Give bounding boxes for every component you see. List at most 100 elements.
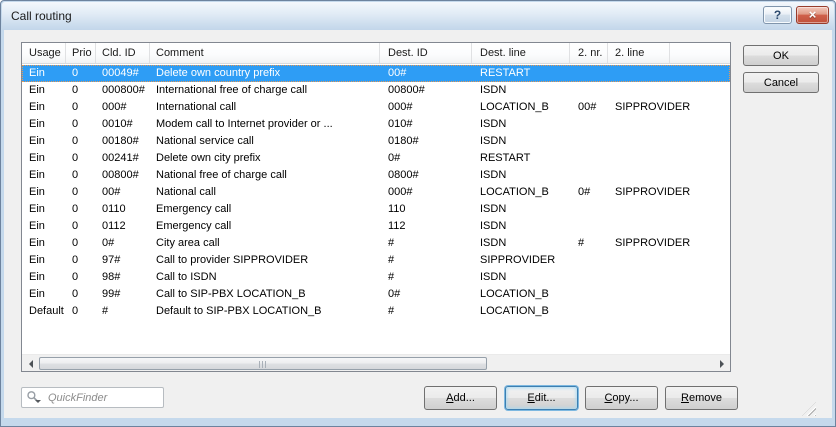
close-button[interactable]: × (796, 6, 829, 24)
table-cell (608, 252, 730, 269)
table-cell: ISDN (472, 82, 570, 99)
table-cell: RESTART (472, 65, 570, 82)
column-header-usage[interactable]: Usage (22, 43, 66, 63)
column-header-comment[interactable]: Comment (150, 43, 380, 63)
scroll-left-button[interactable] (22, 355, 39, 372)
column-header-cld-id[interactable]: Cld. ID (96, 43, 150, 63)
table-cell: National free of charge call (150, 167, 380, 184)
table-cell: International free of charge call (150, 82, 380, 99)
table-cell: 97# (96, 252, 150, 269)
table-row[interactable]: Ein0000#International call000#LOCATION_B… (22, 99, 730, 116)
table-row[interactable]: Ein00010#Modem call to Internet provider… (22, 116, 730, 133)
table-cell: 0 (66, 235, 96, 252)
search-dropdown-icon[interactable] (35, 400, 41, 406)
h-scrollbar[interactable] (22, 354, 730, 371)
table-cell: 0 (66, 252, 96, 269)
table-cell (570, 82, 608, 99)
table-cell: 000# (380, 99, 472, 116)
table-cell: Delete own city prefix (150, 150, 380, 167)
table-cell: 0 (66, 286, 96, 303)
column-header-dest-line[interactable]: Dest. line (472, 43, 570, 63)
table-cell: SIPPROVIDER (608, 99, 730, 116)
table-cell: Ein (22, 269, 66, 286)
remove-button[interactable]: Remove (665, 386, 738, 410)
table-row[interactable]: Ein000049#Delete own country prefix00#RE… (22, 65, 730, 82)
table-cell: 000# (96, 99, 150, 116)
table-cell: 0# (380, 286, 472, 303)
h-scrollbar-thumb[interactable] (39, 357, 487, 370)
table-cell (608, 269, 730, 286)
table-row[interactable]: Ein0000800#International free of charge … (22, 82, 730, 99)
table-cell: Ein (22, 116, 66, 133)
scrollbar-grip-icon (259, 361, 268, 368)
table-cell: 0180# (380, 133, 472, 150)
resize-grip[interactable] (802, 402, 816, 416)
table-cell: National service call (150, 133, 380, 150)
edit-button[interactable]: Edit... (505, 386, 578, 410)
help-icon: ? (774, 8, 781, 22)
routing-table[interactable]: UsagePrioCld. IDCommentDest. IDDest. lin… (21, 42, 731, 372)
column-header-prio[interactable]: Prio (66, 43, 96, 63)
table-cell: SIPPROVIDER (472, 252, 570, 269)
table-cell: Default (22, 303, 66, 320)
table-cell: SIPPROVIDER (608, 235, 730, 252)
table-row[interactable]: Ein000800#National free of charge call08… (22, 167, 730, 184)
table-cell: 0# (96, 235, 150, 252)
column-header-2-line[interactable]: 2. line (608, 43, 670, 63)
table-cell: 0 (66, 150, 96, 167)
copy-button[interactable]: Copy... (585, 386, 658, 410)
table-row[interactable]: Ein099#Call to SIP-PBX LOCATION_B0#LOCAT… (22, 286, 730, 303)
table-cell: ISDN (472, 116, 570, 133)
scroll-right-button[interactable] (713, 355, 730, 372)
table-row[interactable]: Ein097#Call to provider SIPPROVIDER#SIPP… (22, 252, 730, 269)
table-cell: Call to provider SIPPROVIDER (150, 252, 380, 269)
table-cell: # (96, 303, 150, 320)
quickfinder-input[interactable] (21, 387, 164, 408)
table-cell (570, 286, 608, 303)
table-cell: 99# (96, 286, 150, 303)
table-cell: 00800# (380, 82, 472, 99)
table-body: Ein000049#Delete own country prefix00#RE… (22, 65, 730, 354)
table-cell (570, 252, 608, 269)
add-button[interactable]: Add... (424, 386, 497, 410)
table-cell: 0 (66, 99, 96, 116)
table-cell: 00# (380, 65, 472, 82)
table-row[interactable]: Ein098#Call to ISDN#ISDN (22, 269, 730, 286)
table-cell (608, 133, 730, 150)
table-row[interactable]: Ein00#City area call#ISDN#SIPPROVIDER (22, 235, 730, 252)
table-cell: # (380, 252, 472, 269)
table-cell: Ein (22, 218, 66, 235)
table-row[interactable]: Ein000#National call000#LOCATION_B0#SIPP… (22, 184, 730, 201)
table-cell: 0 (66, 133, 96, 150)
table-cell: # (380, 235, 472, 252)
table-cell: 010# (380, 116, 472, 133)
table-cell: 000800# (96, 82, 150, 99)
table-row[interactable]: Ein00112Emergency call112ISDN (22, 218, 730, 235)
ok-button[interactable]: OK (743, 45, 819, 66)
table-row[interactable]: Ein000241#Delete own city prefix0#RESTAR… (22, 150, 730, 167)
table-cell: 00# (570, 99, 608, 116)
titlebar[interactable]: Call routing ? × (2, 2, 834, 30)
table-header: UsagePrioCld. IDCommentDest. IDDest. lin… (22, 43, 730, 64)
column-header-2-nr[interactable]: 2. nr. (570, 43, 608, 63)
table-cell: 0# (570, 184, 608, 201)
table-cell: Ein (22, 133, 66, 150)
scroll-right-icon (720, 360, 728, 368)
quickfinder (21, 387, 164, 408)
table-cell: Ein (22, 99, 66, 116)
table-row[interactable]: Default0#Default to SIP-PBX LOCATION_B#L… (22, 303, 730, 320)
table-cell: 00049# (96, 65, 150, 82)
table-cell: Modem call to Internet provider or ... (150, 116, 380, 133)
cancel-button[interactable]: Cancel (743, 72, 819, 93)
table-cell (608, 201, 730, 218)
table-cell: SIPPROVIDER (608, 184, 730, 201)
table-cell: # (570, 235, 608, 252)
table-row[interactable]: Ein00110Emergency call110ISDN (22, 201, 730, 218)
column-header-dest-id[interactable]: Dest. ID (380, 43, 472, 63)
table-cell (570, 116, 608, 133)
table-cell (608, 218, 730, 235)
help-button[interactable]: ? (763, 6, 792, 24)
table-row[interactable]: Ein000180#National service call0180#ISDN (22, 133, 730, 150)
table-cell: ISDN (472, 218, 570, 235)
table-cell: Ein (22, 184, 66, 201)
